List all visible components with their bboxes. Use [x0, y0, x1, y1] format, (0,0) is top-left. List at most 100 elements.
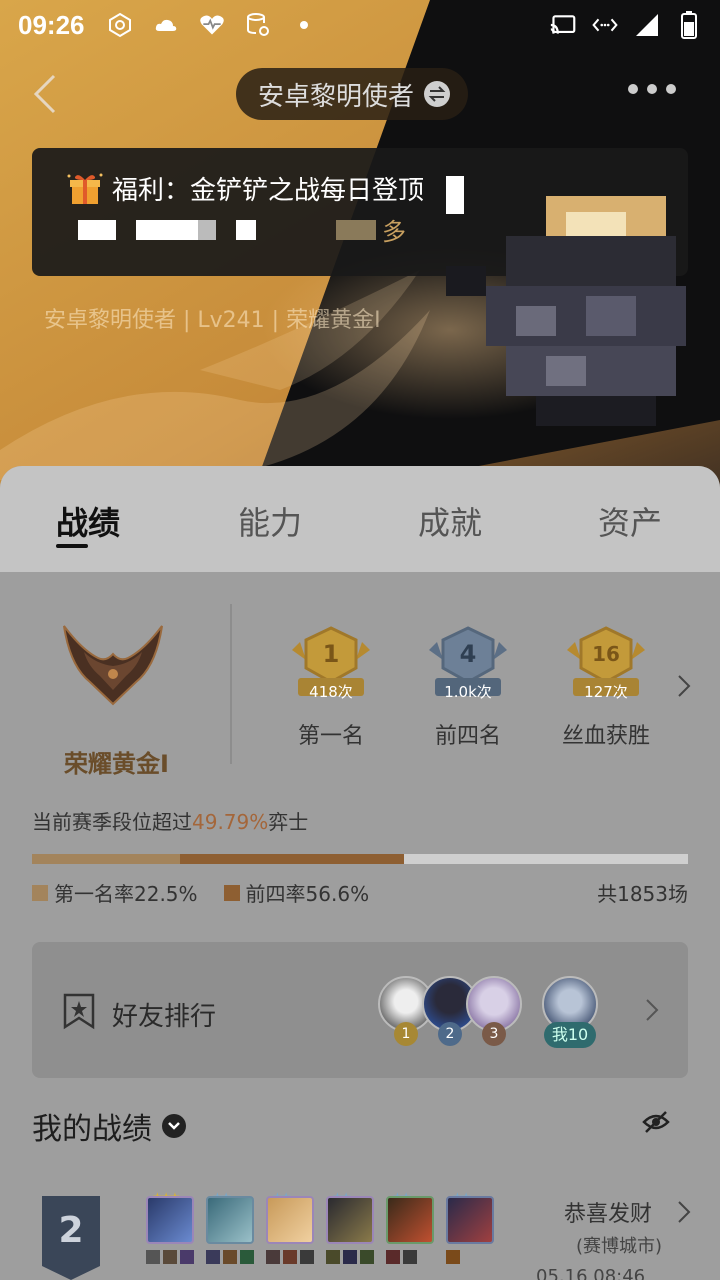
data-transfer-icon — [592, 12, 618, 38]
percentile-suffix: 弈士 — [268, 810, 309, 834]
item-icon — [223, 1250, 237, 1264]
match-time: 05.16 08:46 — [536, 1266, 646, 1280]
switch-icon — [424, 81, 451, 107]
tab-ability[interactable]: 能力 — [180, 494, 360, 544]
heartbeat-icon — [199, 12, 225, 38]
placement-number: 2 — [58, 1210, 84, 1251]
item-icon — [146, 1250, 160, 1264]
rate-legend: 第一名率22.5% 前四率56.6% — [32, 878, 369, 907]
item-icon — [386, 1250, 400, 1264]
rank-emblem-icon[interactable] — [60, 624, 166, 708]
match-mode: 恭喜发财 — [564, 1202, 653, 1227]
rank-name: 荣耀黄金I — [64, 750, 169, 778]
tab-assets[interactable]: 资产 — [540, 494, 720, 544]
account-name: 安卓黎明使者 — [258, 81, 415, 112]
my-matches-title[interactable]: 我的战绩 — [32, 1104, 186, 1148]
first-rate-swatch — [32, 884, 48, 901]
champion-icon[interactable] — [266, 1196, 314, 1244]
eye-off-icon[interactable] — [642, 1110, 670, 1134]
medal-label: 丝血获胜 — [561, 724, 650, 749]
champion-icon[interactable] — [326, 1196, 374, 1244]
account-switcher[interactable]: 安卓黎明使者 — [236, 68, 469, 120]
medal-count: 418次 — [309, 683, 353, 701]
friend-rank-badge: 3 — [482, 1022, 506, 1046]
medal-count: 127次 — [584, 683, 628, 701]
top4-rate-label: 前四率56.6% — [245, 882, 370, 906]
tab-bar: 战绩 能力 成就 资产 — [0, 466, 720, 572]
bookmark-star-icon — [62, 992, 96, 1030]
friend-ranking-card[interactable]: 好友排行 1 2 3 我10 — [32, 942, 688, 1078]
dot-icon — [291, 12, 317, 38]
chevron-right-icon[interactable] — [676, 1200, 692, 1224]
item-icon — [206, 1250, 220, 1264]
tab-record[interactable]: 战绩 — [0, 494, 180, 548]
season-percentile: 当前赛季段位超过49.79%弈士 — [32, 806, 308, 835]
item-icon — [283, 1250, 297, 1264]
item-icon — [446, 1250, 460, 1264]
tab-achievement[interactable]: 成就 — [360, 494, 540, 544]
match-map: (赛博城市) — [576, 1236, 663, 1257]
rate-bar — [32, 854, 688, 864]
top-bar: 安卓黎明使者 — [0, 66, 720, 122]
app-icon — [107, 12, 133, 38]
medal-number: 16 — [592, 642, 620, 666]
medal-top-four[interactable]: 4 1.0k次 前四名 — [413, 626, 523, 750]
item-icon — [266, 1250, 280, 1264]
item-icon — [163, 1250, 177, 1264]
item-icon — [240, 1250, 254, 1264]
notice-title: 福利：金铲铲之战每日登顶 — [112, 176, 425, 206]
gift-icon — [66, 172, 104, 206]
medal-first-place[interactable]: 1 418次 第一名 — [276, 626, 386, 750]
first-rate-segment — [32, 854, 180, 864]
cloud-icon — [153, 12, 179, 38]
gold-medal-icon: 16 127次 — [563, 626, 649, 701]
battery-icon — [676, 11, 702, 39]
avatar[interactable] — [446, 196, 686, 426]
medal-label: 第一名 — [297, 724, 364, 749]
my-matches-label: 我的战绩 — [32, 1112, 152, 1147]
divider — [230, 604, 232, 764]
status-bar: 09:26 — [0, 0, 720, 50]
friend-rank-badge: 2 — [438, 1022, 462, 1046]
medal-count: 1.0k次 — [444, 683, 492, 701]
item-icon — [180, 1250, 194, 1264]
gold-medal-icon: 1 418次 — [288, 626, 374, 701]
champion-icon[interactable] — [446, 1196, 494, 1244]
item-icon — [360, 1250, 374, 1264]
chevron-right-icon[interactable] — [676, 674, 692, 698]
medal-close-win[interactable]: 16 127次 丝血获胜 — [551, 626, 661, 750]
main-panel: 战绩 能力 成就 资产 荣耀黄金I 1 418次 第一名 4 1.0k次 前四名 — [0, 466, 720, 1280]
item-icon — [343, 1250, 357, 1264]
placement-badge: 2 — [42, 1196, 100, 1280]
friend-rank-badge: 1 — [394, 1022, 418, 1046]
percentile-value: 49.79% — [192, 810, 269, 834]
total-games: 共1853场 — [597, 882, 688, 906]
champion-icon[interactable] — [386, 1196, 434, 1244]
champion-icon[interactable] — [206, 1196, 254, 1244]
database-settings-icon — [245, 12, 271, 38]
medal-number: 1 — [322, 640, 340, 668]
champion-icon[interactable] — [146, 1196, 194, 1244]
silver-medal-icon: 4 1.0k次 — [425, 626, 511, 701]
chevron-down-icon — [162, 1114, 186, 1138]
signal-icon — [634, 12, 660, 38]
item-icon — [403, 1250, 417, 1264]
chevron-right-icon — [644, 998, 660, 1022]
top4-rate-segment — [180, 854, 404, 864]
medal-label: 前四名 — [434, 724, 501, 749]
notice-more-text: 多 — [382, 218, 406, 246]
status-time: 09:26 — [18, 9, 85, 40]
my-rank-badge: 我10 — [544, 1022, 596, 1048]
first-rate-label: 第一名率22.5% — [54, 882, 198, 906]
cast-icon — [550, 12, 576, 38]
chevron-left-icon[interactable] — [28, 72, 62, 116]
percentile-prefix: 当前赛季段位超过 — [32, 810, 192, 834]
profile-subtitle: 安卓黎明使者 | Lv241 | 荣耀黄金I — [44, 308, 381, 333]
friend-ranking-label: 好友排行 — [112, 1002, 217, 1032]
top4-rate-swatch — [223, 884, 240, 901]
medal-number: 4 — [459, 640, 477, 668]
item-icon — [300, 1250, 314, 1264]
more-dots-icon[interactable] — [628, 84, 676, 94]
hero-wing-decoration — [0, 270, 430, 480]
item-icon — [326, 1250, 340, 1264]
